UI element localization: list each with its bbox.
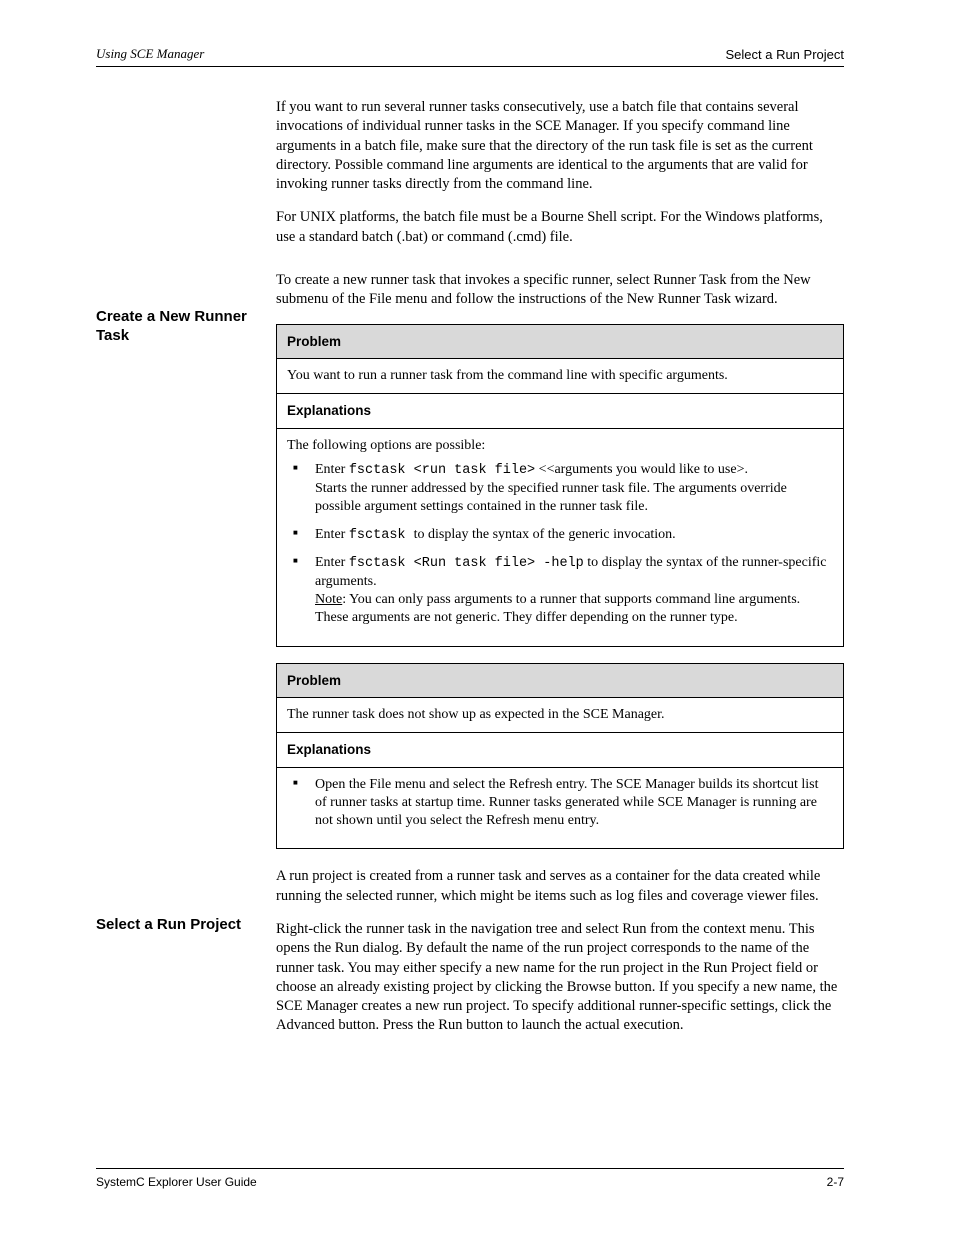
text-run: Starts the runner addressed by the speci… bbox=[315, 481, 787, 514]
code-run: fsctask <Run task file> -help bbox=[349, 556, 584, 571]
explanations-cell: The following options are possible: Ente… bbox=[277, 428, 844, 646]
code-run: fsctask bbox=[349, 528, 414, 543]
explanations-intro: The following options are possible: bbox=[287, 438, 485, 453]
text-run: Enter bbox=[315, 527, 349, 542]
header-rule bbox=[96, 66, 844, 67]
running-head-right: Select a Run Project bbox=[725, 47, 844, 62]
footer-left: SystemC Explorer User Guide bbox=[96, 1175, 257, 1189]
text-run: to display the syntax of the generic inv… bbox=[414, 527, 676, 542]
problem-text: The runner task does not show up as expe… bbox=[277, 698, 844, 733]
body-column: If you want to run several runner tasks … bbox=[276, 100, 844, 1050]
section-heading-select-run-project: Select a Run Project bbox=[96, 916, 264, 935]
list-item: Enter fsctask <Run task file> -help to d… bbox=[287, 554, 833, 627]
problem-table-2: Problem The runner task does not show up… bbox=[276, 663, 844, 850]
note-text: : You can only pass arguments to a runne… bbox=[315, 592, 800, 625]
table-header-problem: Problem bbox=[277, 324, 844, 359]
paragraph: For UNIX platforms, the batch file must … bbox=[276, 208, 844, 247]
explanations-cell: Open the File menu and select the Refres… bbox=[277, 767, 844, 849]
paragraph: A run project is created from a runner t… bbox=[276, 867, 844, 906]
code-run: fsctask <run task file> bbox=[349, 463, 535, 478]
problem-table-1: Problem You want to run a runner task fr… bbox=[276, 324, 844, 647]
list-item: Enter fsctask <run task file> <<argument… bbox=[287, 461, 833, 516]
text-run: Enter bbox=[315, 555, 349, 570]
list-item: Enter fsctask to display the syntax of t… bbox=[287, 526, 833, 545]
paragraph: To create a new runner task that invokes… bbox=[276, 271, 844, 310]
table-header-problem: Problem bbox=[277, 663, 844, 698]
page-footer: SystemC Explorer User Guide 2-7 bbox=[96, 1168, 844, 1189]
paragraph: If you want to run several runner tasks … bbox=[276, 98, 844, 194]
list-item: Open the File menu and select the Refres… bbox=[287, 776, 833, 831]
note-label: Note bbox=[315, 592, 342, 607]
text-run: <<arguments you would like to use>. bbox=[535, 462, 748, 477]
text-run: Enter bbox=[315, 462, 349, 477]
table-header-explanations: Explanations bbox=[277, 733, 844, 768]
paragraph: Right-click the runner task in the navig… bbox=[276, 920, 844, 1036]
table-header-explanations: Explanations bbox=[277, 394, 844, 429]
problem-text: You want to run a runner task from the c… bbox=[277, 359, 844, 394]
section-heading-create-runner-task: Create a New Runner Task bbox=[96, 308, 264, 346]
footer-page-number: 2-7 bbox=[827, 1175, 844, 1189]
running-head-left: Using SCE Manager bbox=[96, 46, 204, 62]
